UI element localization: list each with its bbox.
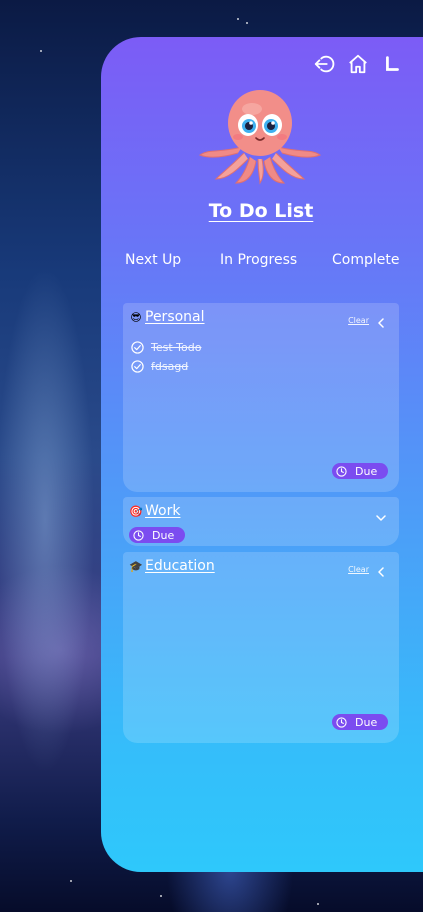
- category-card-personal: 😎 Personal Clear Test Todo fdsagd Due: [123, 303, 399, 492]
- star: [40, 50, 42, 52]
- clock-icon: [336, 465, 347, 477]
- due-date-button[interactable]: Due: [332, 714, 388, 730]
- l-shape-icon[interactable]: [381, 53, 403, 75]
- category-header: 😎 Personal: [129, 309, 205, 325]
- page-title: To Do List: [208, 200, 314, 222]
- todo-text: fdsagd: [151, 360, 189, 373]
- due-label: Due: [152, 528, 175, 542]
- todo-item[interactable]: fdsagd: [131, 360, 188, 373]
- star: [317, 903, 319, 905]
- status-tabs: Next Up In Progress Complete: [101, 252, 423, 272]
- category-card-education: 🎓 Education Clear Due: [123, 552, 399, 743]
- star: [70, 880, 72, 882]
- category-title[interactable]: Personal: [145, 309, 205, 325]
- tab-next-up[interactable]: Next Up: [125, 252, 181, 268]
- app-card: To Do List Next Up In Progress Complete …: [101, 37, 423, 872]
- clock-icon: [336, 716, 347, 728]
- check-circle-icon[interactable]: [131, 341, 144, 354]
- octopus-mascot-image: [198, 89, 322, 185]
- due-date-button[interactable]: Due: [129, 527, 185, 543]
- todo-item[interactable]: Test Todo: [131, 341, 201, 354]
- chevron-left-icon[interactable]: [375, 563, 387, 577]
- top-toolbar: [313, 53, 403, 75]
- chevron-left-icon[interactable]: [375, 314, 387, 328]
- tab-in-progress[interactable]: In Progress: [220, 252, 297, 268]
- logout-icon[interactable]: [313, 53, 335, 75]
- category-header: 🎓 Education: [129, 558, 215, 574]
- star: [237, 18, 239, 20]
- target-emoji-icon: 🎯: [129, 504, 143, 518]
- due-label: Due: [355, 464, 378, 478]
- category-card-work: 🎯 Work Due: [123, 497, 399, 546]
- star: [246, 22, 248, 24]
- category-header: 🎯 Work: [129, 503, 180, 519]
- due-label: Due: [355, 715, 378, 729]
- todo-text: Test Todo: [151, 341, 202, 354]
- sunglasses-emoji-icon: 😎: [130, 310, 142, 324]
- chevron-down-icon[interactable]: [375, 509, 387, 521]
- category-title[interactable]: Education: [145, 558, 215, 574]
- graduation-cap-emoji-icon: 🎓: [129, 559, 143, 573]
- tab-complete[interactable]: Complete: [332, 252, 399, 268]
- clear-button[interactable]: Clear: [348, 316, 369, 325]
- due-date-button[interactable]: Due: [332, 463, 388, 479]
- clear-button[interactable]: Clear: [348, 565, 369, 574]
- clock-icon: [133, 529, 144, 541]
- check-circle-icon[interactable]: [131, 360, 144, 373]
- category-title[interactable]: Work: [145, 503, 180, 519]
- home-icon[interactable]: [347, 53, 369, 75]
- star: [160, 895, 162, 897]
